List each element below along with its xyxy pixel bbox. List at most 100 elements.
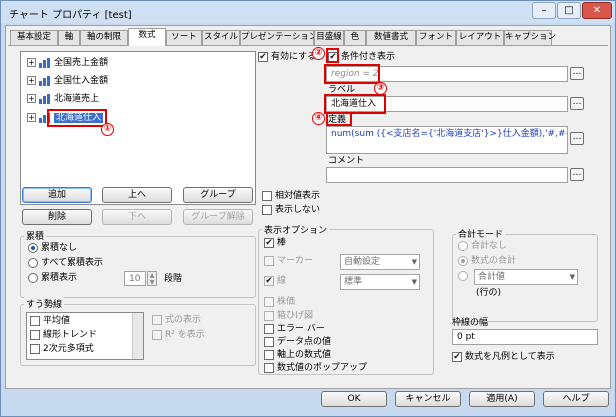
expand-icon[interactable]: + <box>27 94 36 103</box>
accumulation-none-radio[interactable]: 累積なし <box>28 242 77 254</box>
total-none-radio[interactable]: 合計なし <box>458 240 507 252</box>
tab-basic[interactable]: 基本設定 <box>10 30 58 45</box>
checkbox-label: 2次元多項式 <box>43 344 94 354</box>
tab-dimension-limits[interactable]: 軸の制限 <box>80 30 128 45</box>
trendline-title: すう勢線 <box>24 297 65 310</box>
accumulation-title: 累積 <box>24 229 47 242</box>
tab-number[interactable]: 数値書式 <box>366 30 416 45</box>
annotation-box <box>326 112 352 126</box>
radio-icon <box>28 272 38 283</box>
text-on-axis-checkbox[interactable]: 軸上の数式値 <box>264 349 331 361</box>
tab-dimensions[interactable]: 軸 <box>58 30 80 45</box>
tab-style[interactable]: スタイル <box>202 30 240 45</box>
checkbox-label: 相対値表示 <box>275 191 321 201</box>
steps-label: 段階 <box>164 274 183 284</box>
checkbox-label: 条件付き表示 <box>341 52 396 62</box>
radio-icon <box>28 242 38 253</box>
tab-colors[interactable]: 色 <box>344 30 366 45</box>
line-style-select[interactable]: 標準 ▼ <box>340 274 420 290</box>
bar-chart-icon <box>39 57 50 68</box>
tab-axes[interactable]: 目盛線 <box>314 30 344 45</box>
ungroup-button[interactable]: グループ解除 <box>183 209 253 225</box>
tab-sort[interactable]: ソート <box>166 30 202 45</box>
checkbox-label: 線形トレンド <box>43 330 98 340</box>
total-function-select[interactable]: 合計値 ▼ <box>474 269 578 285</box>
group-button[interactable]: グループ <box>183 187 253 203</box>
delete-button[interactable]: 削除 <box>22 209 92 225</box>
checkbox-label: 式の表示 <box>165 315 202 325</box>
cancel-button[interactable]: キャンセル <box>395 391 461 407</box>
bar-chart-icon <box>39 93 50 104</box>
annotation-box <box>324 64 380 84</box>
tab-caption[interactable]: キャプション <box>504 30 556 45</box>
trendline-item[interactable]: 線形トレンド <box>30 329 97 341</box>
definition-expression-field[interactable]: num(sum ({<支店名={'北海道支店'}>}仕入金額),'#,##0') <box>326 126 568 154</box>
expression-item[interactable]: + 全国売上金額 <box>27 56 108 70</box>
checkbox-icon <box>264 255 274 266</box>
relative-checkbox[interactable]: 相対値表示 <box>262 190 320 202</box>
show-equation-checkbox[interactable]: 式の表示 <box>152 314 201 326</box>
close-button[interactable]: ✕ <box>582 2 612 19</box>
comment-edit-button[interactable]: … <box>570 168 584 181</box>
total-expression-radio[interactable]: 数式の合計 <box>458 255 516 267</box>
add-button[interactable]: 追加 <box>22 187 92 203</box>
checkbox-label: エラー バー <box>277 324 325 334</box>
total-function-radio[interactable] <box>458 270 471 282</box>
tab-layout[interactable]: レイアウト <box>456 30 504 45</box>
checkbox-icon <box>264 237 274 248</box>
help-button[interactable]: ヘルプ <box>543 391 609 407</box>
legend-symbol-checkbox[interactable]: 数式を凡例として表示 <box>452 351 555 363</box>
trendline-item[interactable]: 平均値 <box>30 315 70 327</box>
checkbox-label: 棒 <box>277 238 287 248</box>
border-width-input[interactable]: 0 pt <box>452 329 598 345</box>
line-checkbox[interactable]: 線 <box>264 275 286 287</box>
ok-button[interactable]: OK <box>321 391 387 407</box>
error-bars-checkbox[interactable]: エラー バー <box>264 323 325 335</box>
tab-expressions[interactable]: 数式 <box>128 28 166 46</box>
stock-checkbox[interactable]: 株価 <box>264 296 295 308</box>
box-plot-checkbox[interactable]: 箱ひげ図 <box>264 310 313 322</box>
checkbox-icon <box>30 315 40 326</box>
rows-label: (行の) <box>476 288 502 298</box>
minimize-button[interactable]: – <box>532 2 556 19</box>
chart-properties-dialog: チャート プロパティ [test] – □ ✕ 基本設定 軸 軸の制限 数式 ソ… <box>0 0 616 417</box>
trendline-item[interactable]: 2次元多項式 <box>30 343 94 355</box>
checkbox-label: R² を表示 <box>165 330 205 340</box>
marker-checkbox[interactable]: マーカー <box>264 255 313 267</box>
marker-style-select[interactable]: 自動設定 ▼ <box>340 254 420 270</box>
enable-checkbox[interactable]: 有効にする <box>258 51 316 63</box>
total-mode-title: 合計モード <box>456 227 506 240</box>
expand-icon[interactable]: + <box>27 76 36 85</box>
move-down-button[interactable]: 下へ <box>102 209 172 225</box>
accumulation-steps-input[interactable]: 10 <box>124 271 146 286</box>
expand-icon[interactable]: + <box>27 58 36 67</box>
invisible-checkbox[interactable]: 表示しない <box>262 204 320 216</box>
expand-icon[interactable]: + <box>27 113 36 122</box>
trendline-list[interactable]: 平均値 線形トレンド 2次元多項式 <box>26 312 144 360</box>
conditional-edit-button[interactable]: … <box>570 67 584 80</box>
checkbox-icon <box>152 329 162 340</box>
tab-font[interactable]: フォント <box>416 30 456 45</box>
chevron-down-icon: ▼ <box>411 258 417 266</box>
radio-label: すべて累積表示 <box>41 258 104 268</box>
apply-button[interactable]: 適用(A) <box>469 391 535 407</box>
expression-item[interactable]: + 北海道売上 <box>27 92 99 106</box>
scrollbar[interactable] <box>132 313 143 359</box>
accumulation-all-radio[interactable]: すべて累積表示 <box>28 257 103 269</box>
values-on-points-checkbox[interactable]: データ点の値 <box>264 336 331 348</box>
steps-spinner-icon[interactable]: ▲ ▼ <box>147 271 157 286</box>
accumulation-steps-radio[interactable]: 累積表示 <box>28 272 77 284</box>
label-edit-button[interactable]: … <box>570 97 584 110</box>
comment-input[interactable] <box>326 167 568 183</box>
radio-icon <box>28 257 38 268</box>
comment-title: コメント <box>328 156 365 166</box>
expressions-list[interactable]: + 全国売上金額 + 全国仕入金額 + 北海道売上 + 北海道仕入 ① <box>20 51 256 205</box>
popup-checkbox[interactable]: 数式値のポップアップ <box>264 362 367 374</box>
expression-item[interactable]: + 全国仕入金額 <box>27 74 108 88</box>
move-up-button[interactable]: 上へ <box>102 187 172 203</box>
tab-presentation[interactable]: プレゼンテーション <box>240 30 317 45</box>
bar-checkbox[interactable]: 棒 <box>264 237 286 249</box>
maximize-button[interactable]: □ <box>557 2 581 19</box>
definition-edit-button[interactable]: … <box>570 132 584 145</box>
show-r2-checkbox[interactable]: R² を表示 <box>152 329 205 341</box>
